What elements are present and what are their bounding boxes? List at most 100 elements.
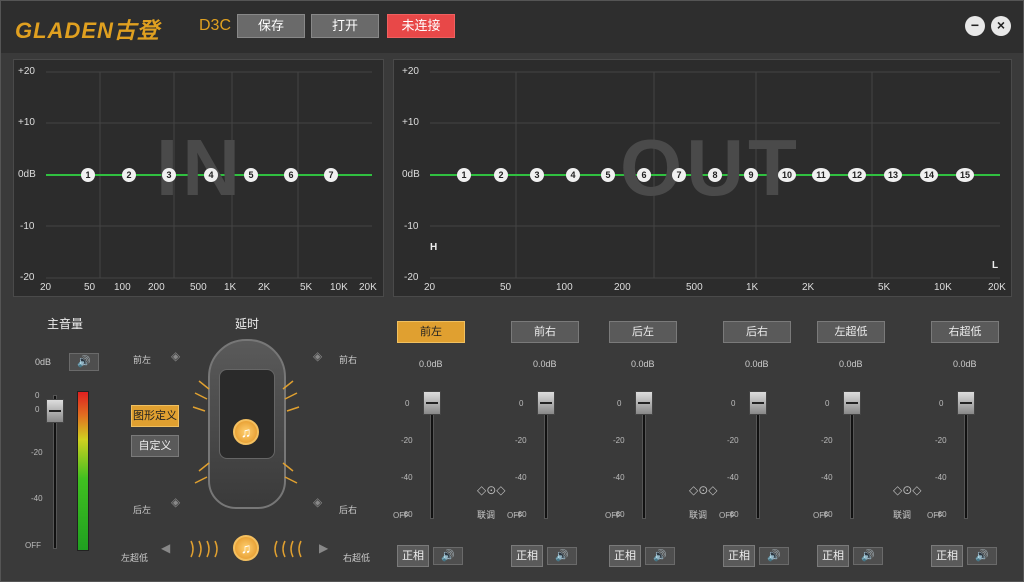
eq-out-node-11[interactable]: 11	[812, 168, 830, 182]
channel-fader-track[interactable]	[642, 397, 646, 519]
sub-right-speaker-icon[interactable]: ▶	[319, 541, 328, 555]
eq-in-node-7[interactable]: 7	[324, 168, 338, 182]
channel-phase-button[interactable]: 正相	[511, 545, 543, 567]
channel-fader-track[interactable]	[544, 397, 548, 519]
channel-fader-track[interactable]	[964, 397, 968, 519]
master-level-meter	[77, 391, 89, 551]
channel-phase-button[interactable]: 正相	[931, 545, 963, 567]
eq-out-node-6[interactable]: 6	[637, 168, 651, 182]
channel-select-button[interactable]: 后左	[609, 321, 677, 343]
channel-fader-knob[interactable]	[423, 391, 441, 415]
channel-mute-speaker-icon[interactable]: 🔊	[853, 547, 883, 565]
eq-out-node-15[interactable]: 15	[956, 168, 974, 182]
channel-scale-label: 0	[939, 399, 944, 408]
front-right-speaker-icon[interactable]: ◈	[313, 349, 322, 363]
eq-out-node-4[interactable]: 4	[566, 168, 580, 182]
master-volume-value: 0dB	[35, 357, 52, 367]
channel-fader-knob[interactable]	[635, 391, 653, 415]
eq-in-x-label: 100	[114, 282, 131, 293]
eq-in-y-label: +10	[18, 117, 35, 128]
minimize-button[interactable]: −	[965, 16, 985, 36]
eq-in-y-label: 0dB	[18, 169, 36, 180]
eq-out-node-1[interactable]: 1	[457, 168, 471, 182]
channel-gain-value: 0.0dB	[533, 359, 557, 369]
eq-out-y-label: +20	[402, 66, 419, 77]
channel-scale-label: -40	[935, 473, 947, 482]
eq-out-panel[interactable]: OUT +20 +10 0dB -10 -20 H L 20 50 100 20…	[393, 59, 1012, 297]
graphic-define-button[interactable]: 图形定义	[131, 405, 179, 427]
eq-out-node-3[interactable]: 3	[530, 168, 544, 182]
eq-in-node-5[interactable]: 5	[244, 168, 258, 182]
channel-phase-button[interactable]: 正相	[609, 545, 641, 567]
channel-select-button[interactable]: 右超低	[931, 321, 999, 343]
save-button[interactable]: 保存	[237, 14, 305, 38]
custom-button[interactable]: 自定义	[131, 435, 179, 457]
eq-out-node-2[interactable]: 2	[494, 168, 508, 182]
channel-mute-speaker-icon[interactable]: 🔊	[645, 547, 675, 565]
eq-out-node-8[interactable]: 8	[708, 168, 722, 182]
sub-left-speaker-icon[interactable]: ◀	[161, 541, 170, 555]
channel-mute-speaker-icon[interactable]: 🔊	[967, 547, 997, 565]
channel-mute-speaker-icon[interactable]: 🔊	[433, 547, 463, 565]
app-logo: GLADEN古登	[15, 18, 160, 43]
eq-in-y-label: +20	[18, 66, 35, 77]
link-channels-icon[interactable]: ◇⊙◇	[477, 483, 506, 497]
eq-in-panel[interactable]: IN +20 +10 0dB -10 -20 20 50 100 200 500…	[13, 59, 384, 297]
eq-out-node-12[interactable]: 12	[848, 168, 866, 182]
eq-in-node-2[interactable]: 2	[122, 168, 136, 182]
channel-phase-button[interactable]: 正相	[817, 545, 849, 567]
front-left-speaker-icon[interactable]: ◈	[171, 349, 180, 363]
channel-fader-knob[interactable]	[843, 391, 861, 415]
eq-in-node-1[interactable]: 1	[81, 168, 95, 182]
channel-fader-track[interactable]	[756, 397, 760, 519]
rear-right-speaker-icon[interactable]: ◈	[313, 495, 322, 509]
eq-out-node-5[interactable]: 5	[601, 168, 615, 182]
channel-scale-label: -40	[613, 473, 625, 482]
channel-scale-label: -40	[727, 473, 739, 482]
channel-fader-track[interactable]	[850, 397, 854, 519]
eq-out-node-7[interactable]: 7	[672, 168, 686, 182]
channel-select-button[interactable]: 前左	[397, 321, 465, 343]
link-channels-icon[interactable]: ◇⊙◇	[689, 483, 718, 497]
master-speaker-icon[interactable]: 🔊	[69, 353, 99, 371]
channel-scale-label: OFF	[605, 511, 621, 520]
link-channels-label: 联调	[689, 510, 708, 520]
channel-select-button[interactable]: 后右	[723, 321, 791, 343]
master-volume-knob[interactable]	[46, 399, 64, 423]
master-volume-title: 主音量	[47, 317, 84, 331]
title-bar: GLADEN古登 D3C 保存 打开 未连接 − ×	[1, 1, 1023, 53]
eq-out-x-label: 200	[614, 282, 631, 293]
close-button[interactable]: ×	[991, 16, 1011, 36]
eq-out-node-9[interactable]: 9	[744, 168, 758, 182]
channel-select-button[interactable]: 前右	[511, 321, 579, 343]
channel-fader-knob[interactable]	[957, 391, 975, 415]
eq-in-x-label: 20	[40, 282, 52, 293]
eq-out-x-label: 2K	[802, 282, 815, 293]
channel-fader-track[interactable]	[430, 397, 434, 519]
eq-out-y-label: -10	[404, 221, 419, 232]
channel-mute-speaker-icon[interactable]: 🔊	[547, 547, 577, 565]
channel-scale-label: OFF	[719, 511, 735, 520]
eq-in-y-label: -20	[20, 272, 35, 283]
eq-out-x-label: 100	[556, 282, 573, 293]
eq-out-node-14[interactable]: 14	[920, 168, 938, 182]
channel-select-button[interactable]: 左超低	[817, 321, 885, 343]
eq-in-node-4[interactable]: 4	[204, 168, 218, 182]
eq-in-node-3[interactable]: 3	[162, 168, 176, 182]
eq-out-node-13[interactable]: 13	[884, 168, 902, 182]
channel-phase-button[interactable]: 正相	[397, 545, 429, 567]
channel-phase-button[interactable]: 正相	[723, 545, 755, 567]
channel-fader-knob[interactable]	[537, 391, 555, 415]
channel-fader-knob[interactable]	[749, 391, 767, 415]
delay-sub-right-label: 右超低	[343, 553, 371, 563]
link-channels-icon[interactable]: ◇⊙◇	[893, 483, 922, 497]
eq-in-x-label: 1K	[224, 282, 237, 293]
channel-scale-label: -20	[401, 436, 413, 445]
channel-mute-speaker-icon[interactable]: 🔊	[759, 547, 789, 565]
connection-status-button[interactable]: 未连接	[387, 14, 455, 38]
rear-left-speaker-icon[interactable]: ◈	[171, 495, 180, 509]
open-button[interactable]: 打开	[311, 14, 379, 38]
delay-title: 延时	[235, 317, 260, 331]
eq-out-node-10[interactable]: 10	[778, 168, 796, 182]
eq-in-node-6[interactable]: 6	[284, 168, 298, 182]
